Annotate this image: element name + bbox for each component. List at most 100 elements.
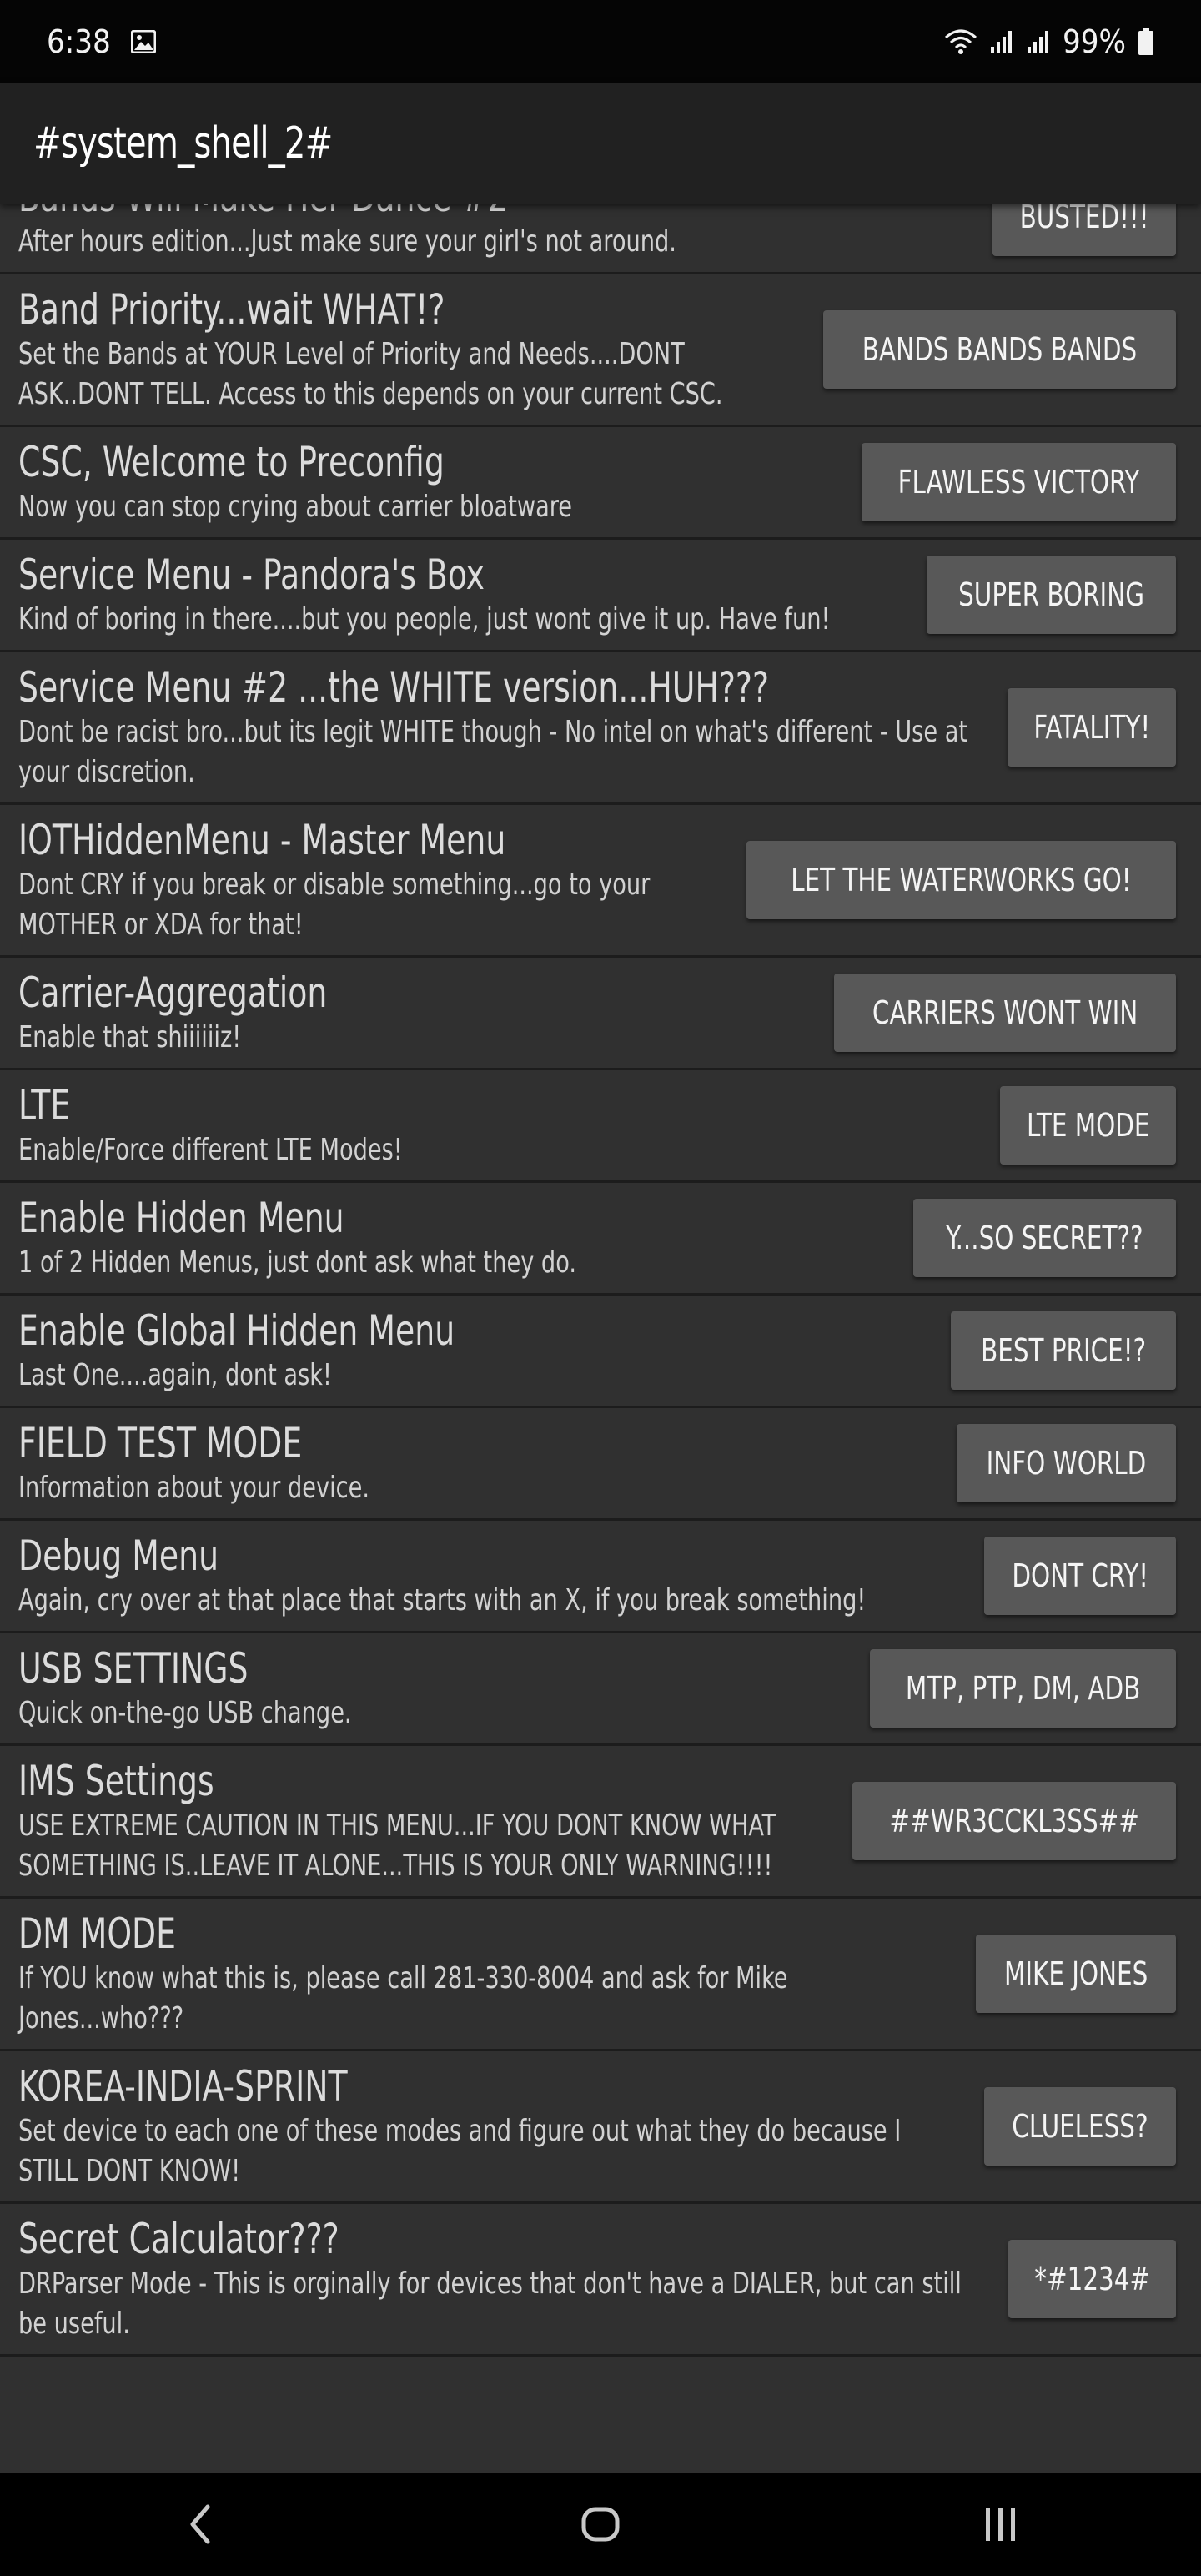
list-item-description: 1 of 2 Hidden Menus, just dont ask what … [18,1245,576,1280]
list-item: IMS Settings USE EXTREME CAUTION IN THIS … [0,1746,1201,1899]
list-item: Carrier-Aggregation Enable that shiiiiiiz… [0,958,1201,1070]
list-item-description: Quick on-the-go USB change. [18,1696,352,1730]
launch-button-label: Y...SO SECRET?? [946,1220,1143,1256]
launch-button[interactable]: INFO WORLD [957,1424,1176,1502]
list-item-description: Again, cry over at that place that start… [18,1583,867,1618]
launch-button[interactable]: CARRIERS WONT WIN [833,974,1176,1052]
list-item-description: After hours edition...Just make sure you… [18,224,676,259]
launch-button[interactable]: LTE MODE [999,1086,1176,1165]
launch-button[interactable]: SUPER BORING [926,556,1176,634]
list-item-text: Carrier-Aggregation Enable that shiiiiiiz… [18,968,834,1058]
list-item: Secret Calculator??? DRParser Mode - This… [0,2204,1201,2357]
list-item-text: DM MODE If YOU know what this is, please … [18,1909,976,2039]
launch-button-label: INFO WORLD [986,1445,1147,1482]
list-item-text: Debug Menu Again, cry over at that place … [18,1531,984,1621]
list-item-title: Enable Global Hidden Menu [18,1306,455,1355]
list-item: USB SETTINGS Quick on-the-go USB change. M… [0,1633,1201,1746]
launch-button[interactable]: CLUELESS? [984,2087,1176,2166]
list-item: KOREA-INDIA-SPRINT Set device to each one… [0,2051,1201,2204]
status-time: 6:38 [47,23,111,60]
list-item-text: Enable Hidden Menu 1 of 2 Hidden Menus, j… [18,1193,913,1283]
launch-button[interactable]: BANDS BANDS BANDS [822,310,1176,389]
launch-button-label: LTE MODE [1026,1107,1149,1144]
list-item-title: KOREA-INDIA-SPRINT [18,2062,348,2111]
list-item-title: Bands Will Make Her Dance #2 [18,204,817,222]
list-item-text: IMS Settings USE EXTREME CAUTION IN THIS … [18,1756,852,1886]
status-bar: 6:38 99% [0,0,1201,83]
list-item: LTE Enable/Force different LTE Modes! LTE … [0,1070,1201,1183]
list-item-title: Secret Calculator??? [18,2215,339,2263]
launch-button[interactable]: MIKE JONES [975,1935,1176,2013]
launch-button-label: DONT CRY! [1012,1557,1148,1594]
launch-button-label: *#1234# [1033,2261,1150,2297]
list-item-title: Carrier-Aggregation [18,969,328,1017]
list-item-description: Enable that shiiiiiiz! [18,1020,242,1054]
launch-button[interactable]: MTP, PTP, DM, ADB [869,1649,1176,1728]
launch-button-label: BANDS BANDS BANDS [862,331,1138,368]
list-item: DM MODE If YOU know what this is, please … [0,1899,1201,2051]
launch-button-label: CLUELESS? [1012,2108,1148,2145]
list-item-title: IOTHiddenMenu - Master Menu [18,816,506,864]
launch-button[interactable]: BUSTED!!! [992,204,1176,256]
list-item: Debug Menu Again, cry over at that place … [0,1521,1201,1633]
home-icon[interactable] [517,2483,684,2566]
launch-button-label: MTP, PTP, DM, ADB [905,1670,1141,1707]
launch-button-label: CARRIERS WONT WIN [872,994,1138,1031]
signal-icon-2 [1026,28,1051,55]
list-item-title: CSC, Welcome to Preconfig [18,438,445,486]
list-item-text: LTE Enable/Force different LTE Modes! [18,1080,1000,1170]
list-item-title: Service Menu - Pandora's Box [18,551,485,599]
list-item: IOTHiddenMenu - Master Menu Dont CRY if y… [0,805,1201,958]
battery-icon [1138,28,1154,56]
launch-button[interactable]: Y...SO SECRET?? [913,1199,1176,1277]
list-item: Service Menu #2 ...the WHITE version...H… [0,652,1201,805]
list-item-text: Service Menu - Pandora's Box Kind of bori… [18,550,927,640]
app-title: #system_shell_2# [33,118,333,169]
launch-button-label: BEST PRICE!? [980,1332,1146,1369]
list-item-title: IMS Settings [18,1757,214,1805]
launch-button[interactable]: BEST PRICE!? [950,1311,1176,1390]
list-item-text: Secret Calculator??? DRParser Mode - This… [18,2214,1008,2344]
list-item-description: USE EXTREME CAUTION IN THIS MENU...IF YO… [18,1809,776,1883]
launch-button[interactable]: DONT CRY! [983,1537,1176,1615]
launch-button-label: SUPER BORING [957,576,1144,613]
list-item-description: Dont CRY if you break or disable somethi… [18,868,651,942]
recents-icon[interactable] [917,2483,1084,2566]
launch-button-label: LET THE WATERWORKS GO! [791,862,1132,898]
list-item-title: FIELD TEST MODE [18,1419,303,1467]
list-item-title: Debug Menu [18,1532,219,1580]
nav-bar [0,2473,1201,2576]
list-item-title: DM MODE [18,1909,177,1958]
launch-button-label: FATALITY! [1033,709,1150,746]
list-item-description: Set device to each one of these modes an… [18,2114,902,2188]
list-item: Band Priority...wait WHAT!? Set the Bands… [0,274,1201,427]
gallery-notification-icon [130,30,156,53]
list-item-description: Kind of boring in there....but you peopl… [18,602,831,636]
launch-button[interactable]: FATALITY! [1007,688,1176,767]
list-item-title: Band Priority...wait WHAT!? [18,285,445,334]
launch-button-label: BUSTED!!! [1019,204,1149,235]
battery-percent: 99% [1063,23,1126,60]
list-item-text: FIELD TEST MODE Information about your de… [18,1418,957,1508]
launch-button[interactable]: *#1234# [1008,2240,1176,2318]
status-right: 99% [944,23,1154,60]
list-viewport[interactable]: Bands Will Make Her Dance #2 After hours … [0,204,1201,2473]
back-icon[interactable] [117,2483,284,2566]
launch-button[interactable]: ##WR3CCKL3SS## [852,1782,1176,1860]
launch-button[interactable]: FLAWLESS VICTORY [862,443,1176,521]
list-item-title: Enable Hidden Menu [18,1194,344,1242]
list-item: Enable Global Hidden Menu Last One....aga… [0,1296,1201,1408]
app-bar: #system_shell_2# [0,83,1201,204]
list-item-description: Dont be racist bro...but its legit WHITE… [18,715,968,789]
list-item: Bands Will Make Her Dance #2 After hours … [0,204,1201,274]
launch-button[interactable]: LET THE WATERWORKS GO! [746,841,1176,919]
list-item: Enable Hidden Menu 1 of 2 Hidden Menus, j… [0,1183,1201,1296]
list-item-title: Service Menu #2 ...the WHITE version...H… [18,663,770,712]
list-item: CSC, Welcome to Preconfig Now you can sto… [0,427,1201,540]
signal-icon [989,28,1014,55]
launch-button-label: MIKE JONES [1003,1955,1148,1992]
list-item-description: Enable/Force different LTE Modes! [18,1133,403,1167]
list-item-description: DRParser Mode - This is orginally for de… [18,2267,962,2341]
list-item-title: USB SETTINGS [18,1644,249,1693]
list-item-description: Last One....again, dont ask! [18,1358,332,1392]
